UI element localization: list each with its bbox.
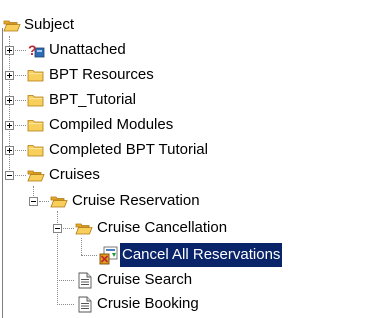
folder-open-icon (3, 20, 21, 32)
tree-node-label: Unattached (49, 41, 126, 58)
folder-icon (27, 70, 44, 82)
svg-text:?: ? (28, 43, 37, 58)
tree-node-label: Crusie Booking (97, 295, 199, 312)
tree-node-label: BPT_Tutorial (49, 91, 136, 108)
tree-node-label: Subject (24, 16, 75, 33)
tree-node-label: Compiled Modules (49, 116, 174, 133)
folder-icon (27, 120, 44, 132)
subject-tree: Subject ? Unattached BPT Resources BPT_T (0, 0, 366, 318)
tree-node-cruises[interactable]: Cruises (0, 163, 366, 187)
folder-icon (27, 145, 44, 157)
tree-node-label: Completed BPT Tutorial (49, 141, 208, 158)
tree-node-bpt-tutorial[interactable]: BPT_Tutorial (0, 88, 366, 112)
expand-toggle[interactable] (5, 71, 14, 80)
tree-node-compiled-modules[interactable]: Compiled Modules (0, 113, 366, 137)
folder-open-icon (27, 170, 45, 182)
tree-node-cruise-reservation[interactable]: Cruise Reservation (0, 189, 366, 213)
document-icon (78, 296, 92, 313)
expand-toggle[interactable] (5, 96, 14, 105)
folder-icon (27, 95, 44, 107)
document-icon (78, 272, 92, 289)
tree-node-label: Cruise Cancellation (97, 219, 228, 236)
tree-node-cruise-cancellation[interactable]: Cruise Cancellation (0, 216, 366, 240)
tree-node-completed-bpt-tutorial[interactable]: Completed BPT Tutorial (0, 138, 366, 162)
tree-node-label: Cruise Reservation (72, 192, 200, 209)
tree-node-unattached[interactable]: ? Unattached (0, 38, 366, 62)
unattached-question-icon: ? (28, 43, 45, 58)
collapse-toggle[interactable] (53, 224, 62, 233)
tree-node-label: Cruises (49, 166, 100, 183)
collapse-toggle[interactable] (29, 197, 38, 206)
tree-node-label: Cruise Search (97, 271, 193, 288)
collapse-toggle[interactable] (5, 171, 14, 180)
tree-node-label: Cancel All Reservations (120, 243, 283, 267)
expand-toggle[interactable] (5, 121, 14, 130)
folder-open-icon (50, 196, 68, 208)
folder-open-icon (75, 223, 93, 235)
tree-node-subject[interactable]: Subject (0, 13, 366, 37)
tree-node-crusie-booking[interactable]: Crusie Booking (0, 292, 366, 316)
tree-node-bpt-resources[interactable]: BPT Resources (0, 63, 366, 87)
tree-node-label: BPT Resources (49, 66, 154, 83)
business-component-icon (99, 246, 118, 265)
expand-toggle[interactable] (5, 146, 14, 155)
tree-node-cruise-search[interactable]: Cruise Search (0, 268, 366, 292)
expand-toggle[interactable] (5, 46, 14, 55)
tree-node-cancel-all-reservations[interactable]: Cancel All Reservations (0, 243, 366, 267)
